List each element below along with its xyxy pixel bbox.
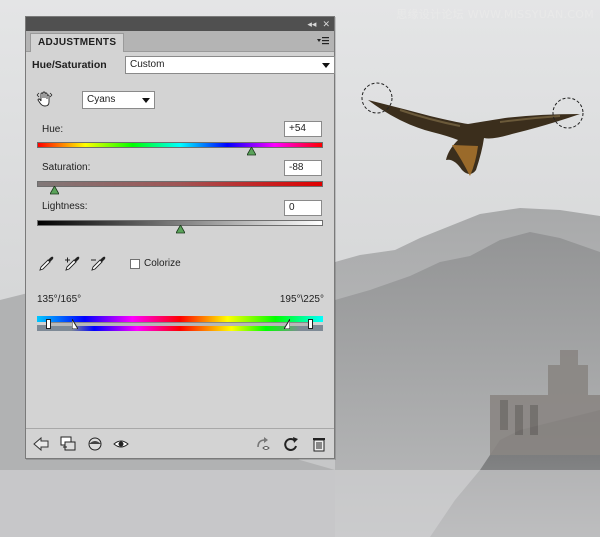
range-right-outer-handle[interactable] [308,319,313,332]
trash-icon[interactable] [310,435,328,453]
visibility-state-icon[interactable] [86,435,104,453]
tab-adjustments[interactable]: ADJUSTMENTS [30,33,125,52]
range-left-outer-handle[interactable] [46,319,51,332]
channel-value: Cyans [87,94,116,105]
channel-dropdown[interactable]: Cyans [82,91,155,109]
eyedropper-plus-icon[interactable] [64,255,80,272]
adjustment-title: Hue/Saturation [32,59,107,71]
hue-label: Hue: [42,124,64,135]
range-left-inner-handle[interactable] [71,317,79,332]
hue-slider-track[interactable] [37,142,323,148]
close-panel-button[interactable]: ✕ [322,17,330,31]
range-right-label: 195°\225° [279,294,324,305]
lightness-value-field[interactable]: 0 [284,200,322,216]
colorize-label: Colorize [144,258,181,269]
clip-to-layer-icon[interactable] [59,435,77,453]
panel-bottom-bar [26,428,334,458]
colorize-checkbox[interactable] [130,259,140,269]
preset-row: Hue/Saturation Custom [32,55,335,75]
chevron-down-icon [322,63,330,68]
range-left-label: 135°/165° [37,294,82,305]
panel-menu-icon[interactable] [317,36,329,46]
preset-value: Custom [130,59,165,70]
hue-slider-thumb[interactable] [246,146,257,156]
collapse-panel-button[interactable]: ◂◂ [307,17,316,31]
eyedropper-icon[interactable] [38,255,54,272]
hue-value-field[interactable]: +54 [284,121,322,137]
watermark-text: 思缘设计论坛 WWW.MISSYUAN.COM [396,8,594,21]
chevron-down-icon [142,98,150,103]
saturation-slider-thumb[interactable] [48,185,60,195]
saturation-slider-track[interactable] [37,181,323,187]
lightness-label: Lightness: [42,201,88,212]
range-right-inner-handle[interactable] [283,317,291,332]
back-arrow-icon[interactable] [32,435,50,453]
saturation-label: Saturation: [42,162,91,173]
lightness-slider-thumb[interactable] [174,224,186,234]
view-previous-state-icon[interactable] [254,435,272,453]
reset-icon[interactable] [282,435,300,453]
eyedropper-minus-icon[interactable] [90,255,106,272]
preset-dropdown[interactable]: Custom [125,56,335,74]
saturation-value-field[interactable]: -88 [284,160,322,176]
adjustments-panel: ◂◂ ✕ ADJUSTMENTS Hue/Saturation Custom C… [25,16,335,459]
eye-icon[interactable] [112,435,130,453]
panel-titlebar: ◂◂ ✕ [26,17,334,31]
targeted-adjustment-hand-icon[interactable] [36,91,54,109]
panel-tab-row: ADJUSTMENTS [26,31,334,52]
range-selection-band[interactable] [50,322,310,326]
